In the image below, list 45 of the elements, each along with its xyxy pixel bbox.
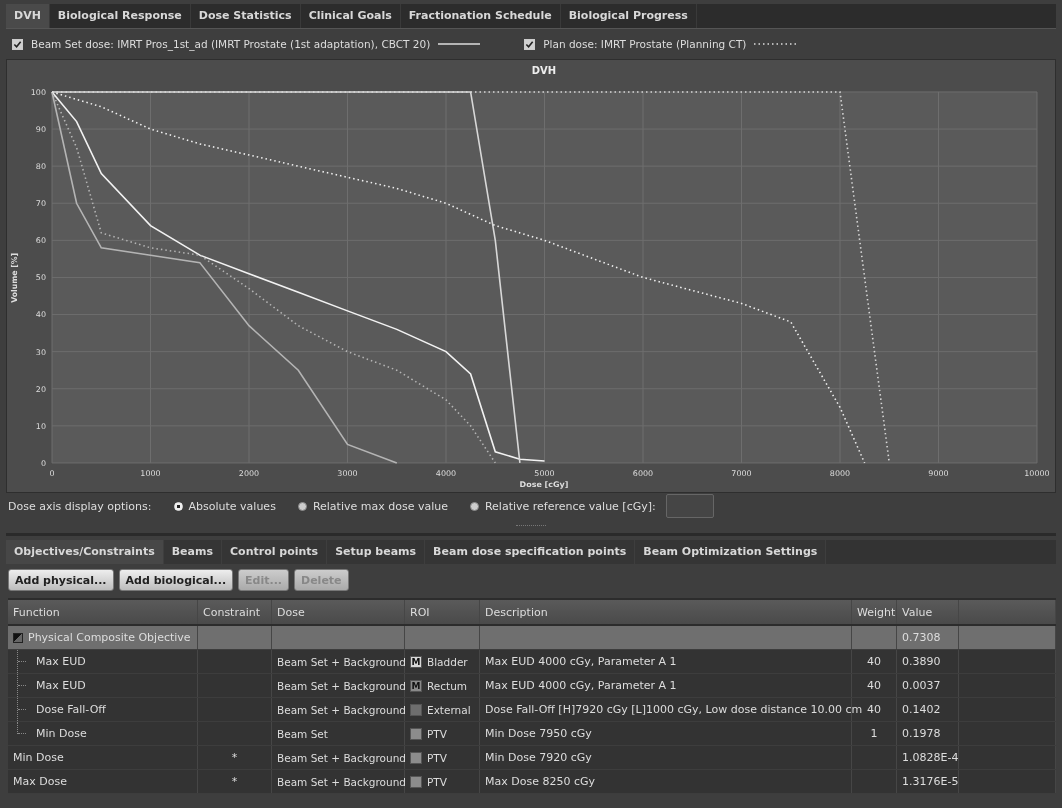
y-axis-label: Volume [%] xyxy=(9,253,20,303)
value-text: 0.7308 xyxy=(902,631,941,644)
roi-name: PTV xyxy=(427,727,447,740)
roi-name: Bladder xyxy=(427,655,468,668)
dose-text: Beam Set + Background xyxy=(277,679,407,692)
value-text: 0.1402 xyxy=(902,703,941,716)
value-text: 1.3176E-5 xyxy=(902,775,959,788)
legend-label: Plan dose: IMRT Prostate (Planning CT) xyxy=(543,38,747,50)
weight-value: 1 xyxy=(870,727,878,740)
roi-color-swatch: M xyxy=(410,679,422,692)
weight-value: 40 xyxy=(867,703,881,716)
description-text: Max EUD 4000 cGy, Parameter A 1 xyxy=(485,655,677,668)
function-name: Max EUD xyxy=(36,655,86,668)
description-text: Dose Fall-Off [H]7920 cGy [L]1000 cGy, Low dose distance 10.00 cm xyxy=(485,703,863,716)
weight-value: 40 xyxy=(867,679,881,692)
roi-name: PTV xyxy=(427,751,447,764)
description-text: Max EUD 4000 cGy, Parameter A 1 xyxy=(485,679,677,692)
dose-text: Beam Set + Background xyxy=(277,655,407,668)
value-text: 0.3890 xyxy=(902,655,941,668)
value-text: 0.1978 xyxy=(902,727,941,740)
function-name: Max Dose xyxy=(13,775,67,788)
roi-name: Rectum xyxy=(427,679,468,692)
function-name: Min Dose xyxy=(36,727,87,740)
function-name: Dose Fall-Off xyxy=(36,703,106,716)
value-text: 0.0037 xyxy=(902,679,941,692)
option-label: Dose axis display options: xyxy=(8,499,152,513)
dose-text: Beam Set + Background xyxy=(277,703,407,716)
dose-text: Beam Set xyxy=(277,727,328,740)
legend-label: Beam Set dose: IMRT Pros_1st_ad (IMRT Prostate (1st adaptation), CBCT 20) xyxy=(31,38,431,50)
description-text: Min Dose 7950 cGy xyxy=(485,727,592,740)
roi-name: PTV xyxy=(427,775,447,788)
constraint-mark: * xyxy=(231,775,238,788)
value-text: 1.0828E-4 xyxy=(902,751,959,764)
dose-text: Beam Set + Background xyxy=(277,751,407,764)
description-text: Min Dose 7920 cGy xyxy=(485,751,592,764)
roi-name: External xyxy=(427,703,471,716)
dose-text: Beam Set + Background xyxy=(277,775,407,788)
chart-title: DVH xyxy=(531,64,557,76)
constraint-mark: * xyxy=(231,751,238,764)
function-name: Max EUD xyxy=(36,679,86,692)
weight-value: 40 xyxy=(867,655,881,668)
description-text: Max Dose 8250 cGy xyxy=(485,775,595,788)
function-name: Physical Composite Objective xyxy=(28,631,191,644)
function-name: Min Dose xyxy=(13,751,64,764)
roi-color-swatch: M xyxy=(410,655,422,668)
